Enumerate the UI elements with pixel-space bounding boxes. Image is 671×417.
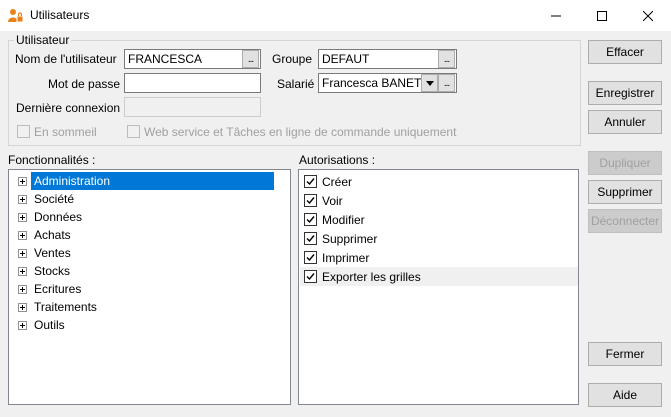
permission-item-imprimer[interactable]: Imprimer: [300, 248, 578, 267]
permission-checkbox[interactable]: [304, 175, 317, 188]
permission-checkbox[interactable]: [304, 213, 317, 226]
password-label: Mot de passe: [48, 77, 121, 91]
maximize-icon: [597, 10, 607, 21]
webservice-checkbox[interactable]: [127, 125, 140, 138]
enregistrer-button[interactable]: Enregistrer: [588, 81, 662, 105]
expand-icon[interactable]: [18, 249, 27, 258]
username-input[interactable]: FRANCESCA: [124, 49, 261, 69]
webservice-checkbox-label: Web service et Tâches en ligne de comman…: [144, 125, 457, 139]
username-ellipsis-button[interactable]: ...: [242, 50, 259, 68]
permission-item-modifier[interactable]: Modifier: [300, 210, 578, 229]
tree-item-label: Achats: [34, 228, 71, 242]
permission-item-creer[interactable]: Créer: [300, 172, 578, 191]
checkmark-icon: [306, 254, 315, 262]
maximize-button[interactable]: [579, 0, 625, 31]
tree-item-administration[interactable]: Administration: [11, 172, 276, 190]
permission-item-voir[interactable]: Voir: [300, 191, 578, 210]
features-label: Fonctionnalités :: [8, 153, 96, 167]
tree-item-label: Outils: [34, 318, 65, 332]
fermer-button[interactable]: Fermer: [588, 342, 662, 366]
tree-item-label: Stocks: [34, 264, 71, 278]
tree-item-label: Ventes: [34, 246, 71, 260]
permission-checkbox[interactable]: [304, 270, 317, 283]
expand-icon[interactable]: [18, 303, 27, 312]
expand-icon[interactable]: [18, 213, 27, 222]
sleep-checkbox-label: En sommeil: [34, 125, 97, 139]
tree-item-achats[interactable]: Achats: [11, 226, 276, 244]
dupliquer-button[interactable]: Dupliquer: [588, 151, 662, 175]
username-label: Nom de l'utilisateur: [15, 52, 117, 66]
employee-ellipsis-button[interactable]: ...: [438, 74, 455, 92]
permission-label: Voir: [322, 194, 343, 208]
group-input[interactable]: DEFAUT: [318, 49, 457, 69]
permission-item-exporter-les-grilles[interactable]: Exporter les grilles: [300, 267, 578, 286]
expand-icon[interactable]: [18, 231, 27, 240]
permission-checkbox[interactable]: [304, 194, 317, 207]
deconnecter-button[interactable]: Déconnecter: [588, 209, 662, 233]
title-bar: Utilisateurs: [0, 0, 671, 31]
tree-item-ecritures[interactable]: Ecritures: [11, 280, 276, 298]
tree-item-stocks[interactable]: Stocks: [11, 262, 276, 280]
supprimer-button[interactable]: Supprimer: [588, 180, 662, 204]
checkmark-icon: [306, 273, 315, 281]
tree-item-label: Société: [34, 192, 75, 206]
chevron-down-icon: [425, 80, 434, 86]
permission-checkbox[interactable]: [304, 251, 317, 264]
close-button[interactable]: [625, 0, 671, 31]
tree-item-ventes[interactable]: Ventes: [11, 244, 276, 262]
employee-label: Salarié: [277, 77, 315, 91]
tree-item-donnees[interactable]: Données: [11, 208, 276, 226]
minimize-button[interactable]: [533, 0, 579, 31]
password-input[interactable]: [124, 73, 261, 93]
tree-item-label: Traitements: [34, 300, 97, 314]
permission-label: Exporter les grilles: [322, 270, 421, 284]
permission-label: Imprimer: [322, 251, 370, 265]
tree-item-traitements[interactable]: Traitements: [11, 298, 276, 316]
employee-dropdown-button[interactable]: [421, 74, 438, 92]
effacer-button[interactable]: Effacer: [588, 40, 662, 64]
tree-item-outils[interactable]: Outils: [11, 316, 276, 334]
minimize-icon: [551, 15, 561, 16]
permission-item-supprimer[interactable]: Supprimer: [300, 229, 578, 248]
checkmark-icon: [306, 197, 315, 205]
expand-icon[interactable]: [18, 177, 27, 186]
tree-item-label: Données: [34, 210, 83, 224]
permission-checkbox[interactable]: [304, 232, 317, 245]
expand-icon[interactable]: [18, 267, 27, 276]
expand-icon[interactable]: [18, 285, 27, 294]
user-groupbox-legend: Utilisateur: [14, 33, 72, 47]
sleep-checkbox[interactable]: [17, 125, 30, 138]
permission-label: Créer: [322, 175, 353, 189]
window-title: Utilisateurs: [30, 8, 90, 22]
permissions-label: Autorisations :: [299, 153, 376, 167]
expand-icon[interactable]: [18, 321, 27, 330]
tree-item-societe[interactable]: Société: [11, 190, 276, 208]
checkmark-icon: [306, 216, 315, 224]
last-login-field: [124, 97, 261, 117]
close-icon: [643, 10, 653, 21]
checkmark-icon: [306, 235, 315, 243]
permission-label: Modifier: [322, 213, 365, 227]
expand-icon[interactable]: [18, 195, 27, 204]
tree-item-label: Administration: [34, 174, 111, 188]
annuler-button[interactable]: Annuler: [588, 110, 662, 134]
permission-label: Supprimer: [322, 232, 378, 246]
tree-item-label: Ecritures: [34, 282, 82, 296]
checkmark-icon: [306, 178, 315, 186]
users-icon: [8, 9, 24, 23]
group-ellipsis-button[interactable]: ...: [438, 50, 455, 68]
group-label: Groupe: [272, 52, 313, 66]
last-login-label: Dernière connexion: [16, 101, 121, 115]
aide-button[interactable]: Aide: [588, 383, 662, 407]
